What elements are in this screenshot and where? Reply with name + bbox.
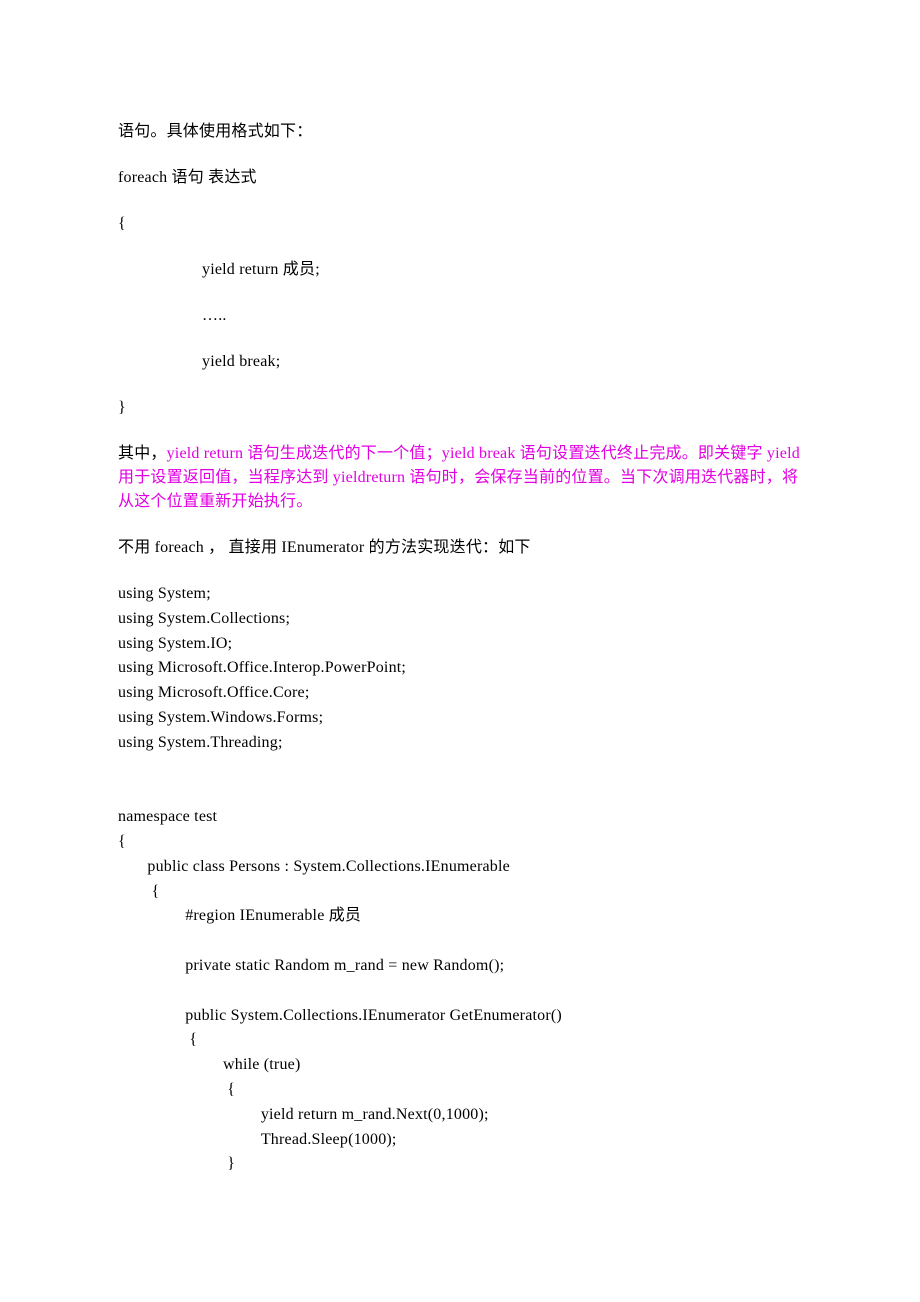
code-line: { [118,1028,802,1053]
brace-open: { [118,212,802,236]
document-page: 语句。具体使用格式如下： foreach 语句 表达式 { yield retu… [0,0,920,1257]
code-line: using System.IO; [118,632,802,657]
code-line: using System.Windows.Forms; [118,706,802,731]
code-line: { [118,1078,802,1103]
code-line: using Microsoft.Office.Interop.PowerPoin… [118,656,802,681]
code-line [118,780,802,805]
code-line: using System; [118,582,802,607]
code-line: while (true) [118,1053,802,1078]
code-line: namespace test [118,805,802,830]
no-foreach-paragraph: 不用 foreach ， 直接用 IEnumerator 的方法实现迭代：如下 [118,536,802,560]
highlight-paragraph: 其中，yield return 语句生成迭代的下一个值；yield break … [118,442,802,514]
code-line: yield return m_rand.Next(0,1000); [118,1103,802,1128]
code-line [118,979,802,1004]
code-line: using System.Collections; [118,607,802,632]
ellipsis-line: ….. [118,304,802,328]
code-line: using Microsoft.Office.Core; [118,681,802,706]
code-line [118,756,802,781]
code-line: Thread.Sleep(1000); [118,1128,802,1153]
code-line: public class Persons : System.Collection… [118,855,802,880]
yield-break-line: yield break; [118,350,802,374]
foreach-header: foreach 语句 表达式 [118,166,802,190]
highlight-text: yield return 语句生成迭代的下一个值；yield break 语句设… [118,445,804,510]
code-line: #region IEnumerable 成员 [118,904,802,929]
code-line: using System.Threading; [118,731,802,756]
yield-return-line: yield return 成员; [118,258,802,282]
paragraph-intro: 语句。具体使用格式如下： [118,120,802,144]
code-line: private static Random m_rand = new Rando… [118,954,802,979]
brace-close: } [118,396,802,420]
code-line [118,929,802,954]
code-line: } [118,1152,802,1177]
code-line: public System.Collections.IEnumerator Ge… [118,1004,802,1029]
highlight-prefix: 其中， [118,445,167,462]
code-line: { [118,830,802,855]
code-block: using System; using System.Collections; … [118,582,802,1177]
code-line: { [118,880,802,905]
